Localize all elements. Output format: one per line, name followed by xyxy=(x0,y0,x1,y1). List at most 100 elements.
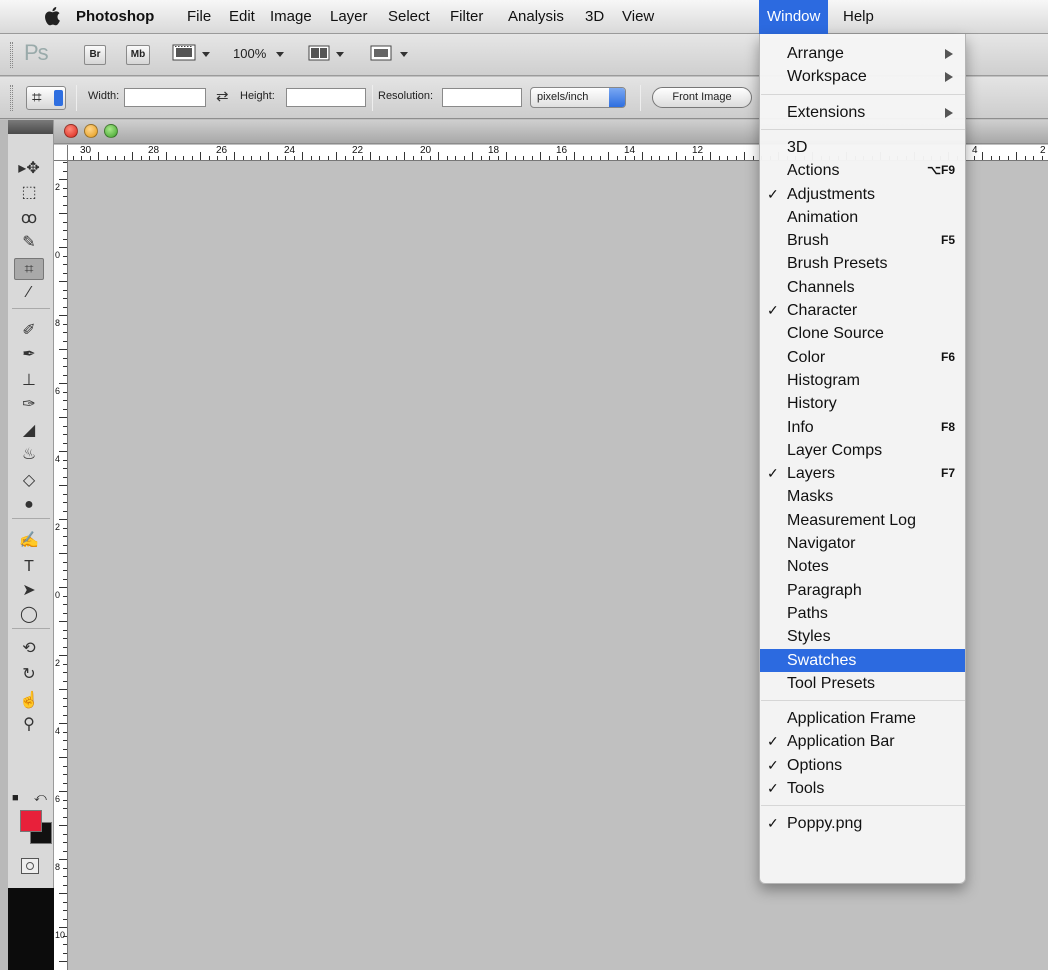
zoom-icon[interactable]: ⚲ xyxy=(14,714,44,736)
dodge-icon[interactable]: ● xyxy=(14,494,44,516)
ruler-label: 14 xyxy=(624,145,636,156)
menu-item-paragraph[interactable]: Paragraph xyxy=(760,579,965,602)
menu-item-navigator[interactable]: Navigator xyxy=(760,532,965,555)
height-field[interactable] xyxy=(286,88,366,107)
screen-mode-button[interactable] xyxy=(370,43,416,67)
type-icon[interactable]: T xyxy=(14,556,44,578)
pen-icon[interactable]: ✍ xyxy=(14,530,44,552)
menu-item-extensions[interactable]: Extensions xyxy=(760,101,965,124)
menu-item-layer-comps[interactable]: Layer Comps xyxy=(760,439,965,462)
menu-view[interactable]: View xyxy=(614,0,662,34)
menu-item-history[interactable]: History xyxy=(760,392,965,415)
menu-item-poppy-png[interactable]: ✓ Poppy.png xyxy=(760,812,965,835)
menu-item-label: Navigator xyxy=(787,535,856,552)
move-icon[interactable]: ▸✥ xyxy=(14,158,44,180)
menu-item-paths[interactable]: Paths xyxy=(760,602,965,625)
ruler-tick xyxy=(1025,156,1026,160)
menu-app-name[interactable]: Photoshop xyxy=(68,0,162,34)
tool-preset-picker[interactable]: ⌗ xyxy=(26,86,66,110)
vertical-ruler[interactable]: 2 0 8 6 4 2 0 2 4 6 8 10 xyxy=(54,145,68,970)
menu-file[interactable]: File xyxy=(179,0,219,34)
blur-icon[interactable]: ◇ xyxy=(14,470,44,492)
menu-item-styles[interactable]: Styles xyxy=(760,625,965,648)
ellipse-icon[interactable]: ◯ xyxy=(14,604,44,626)
menu-item-histogram[interactable]: Histogram xyxy=(760,369,965,392)
eyedropper-icon[interactable]: ⁄ xyxy=(14,282,44,304)
front-image-button[interactable]: Front Image xyxy=(652,87,752,108)
menu-item-measurement-log[interactable]: Measurement Log xyxy=(760,509,965,532)
ruler-origin[interactable] xyxy=(54,145,68,161)
apple-icon[interactable] xyxy=(44,5,62,27)
grip-handle[interactable] xyxy=(10,42,13,68)
menu-item-animation[interactable]: Animation xyxy=(760,206,965,229)
menu-item-brush[interactable]: Brush F5 xyxy=(760,229,965,252)
film-strip-icon xyxy=(172,44,196,61)
paint-bucket-icon[interactable]: ♨ xyxy=(14,444,44,466)
menu-item-arrange[interactable]: Arrange xyxy=(760,42,965,65)
ruler-tick xyxy=(608,152,609,160)
view-extras-button[interactable] xyxy=(172,43,216,67)
menu-layer[interactable]: Layer xyxy=(322,0,376,34)
path-selection-icon[interactable]: ➤ xyxy=(14,580,44,602)
width-field[interactable] xyxy=(124,88,206,107)
minimize-window-button[interactable] xyxy=(84,124,98,138)
hand-icon[interactable]: ☝ xyxy=(14,690,44,712)
healing-brush-icon[interactable]: ✐ xyxy=(14,320,44,342)
ruler-tick xyxy=(63,681,67,682)
menu-item-channels[interactable]: Channels xyxy=(760,276,965,299)
history-brush-icon[interactable]: ✑ xyxy=(14,394,44,416)
grip-handle[interactable] xyxy=(10,85,13,111)
menu-help[interactable]: Help xyxy=(835,0,882,34)
tools-panel-header[interactable] xyxy=(8,120,53,134)
arrange-documents-button[interactable] xyxy=(308,43,354,67)
menu-item-application-frame[interactable]: Application Frame xyxy=(760,707,965,730)
menu-item-application-bar[interactable]: ✓ Application Bar xyxy=(760,730,965,753)
lasso-icon[interactable]: ꝏ xyxy=(14,208,44,230)
menu-filter[interactable]: Filter xyxy=(442,0,491,34)
ruler-tick xyxy=(999,156,1000,160)
menu-3d[interactable]: 3D xyxy=(577,0,612,34)
menu-item-options[interactable]: ✓ Options xyxy=(760,754,965,777)
launch-mini-bridge-button[interactable]: Mb xyxy=(126,45,150,65)
menu-item-masks[interactable]: Masks xyxy=(760,485,965,508)
resolution-unit-select[interactable]: pixels/inch xyxy=(530,87,626,108)
menu-item-notes[interactable]: Notes xyxy=(760,555,965,578)
menu-select[interactable]: Select xyxy=(380,0,438,34)
menu-analysis[interactable]: Analysis xyxy=(500,0,572,34)
quick-selection-icon[interactable]: ✎ xyxy=(14,232,44,254)
menu-edit[interactable]: Edit xyxy=(221,0,263,34)
zoom-level-menu[interactable]: 100% xyxy=(233,46,284,61)
close-window-button[interactable] xyxy=(64,124,78,138)
menu-window[interactable]: Window xyxy=(759,0,829,34)
menu-image[interactable]: Image xyxy=(262,0,320,34)
brush-icon[interactable]: ✒ xyxy=(14,344,44,366)
swap-dimensions-icon[interactable]: ⇄ xyxy=(216,87,229,105)
menu-item-tool-presets[interactable]: Tool Presets xyxy=(760,672,965,695)
zoom-window-button[interactable] xyxy=(104,124,118,138)
menu-item-actions[interactable]: Actions ⌥F9 xyxy=(760,159,965,182)
default-colors-icon[interactable]: ■ xyxy=(12,792,19,804)
foreground-color-swatch[interactable] xyxy=(20,810,42,832)
menu-item-clone-source[interactable]: Clone Source xyxy=(760,322,965,345)
quick-mask-button[interactable] xyxy=(21,858,39,874)
crop-icon[interactable]: ⌗ xyxy=(14,258,44,280)
menu-item-swatches[interactable]: Swatches xyxy=(760,648,965,672)
menu-item-adjustments[interactable]: ✓ Adjustments xyxy=(760,183,965,206)
menu-item-tools[interactable]: ✓ Tools xyxy=(760,777,965,800)
clone-stamp-icon[interactable]: ⊥ xyxy=(14,370,44,392)
3d-rotate-icon[interactable]: ⟲ xyxy=(14,638,44,660)
swap-colors-icon[interactable]: ⤺ xyxy=(34,790,47,805)
marquee-icon[interactable]: ⬚ xyxy=(14,182,44,204)
launch-bridge-button[interactable]: Br xyxy=(84,45,106,65)
eraser-icon[interactable]: ◢ xyxy=(14,420,44,442)
resolution-field[interactable] xyxy=(442,88,522,107)
menu-item-character[interactable]: ✓ Character xyxy=(760,299,965,322)
menu-item-color[interactable]: Color F6 xyxy=(760,346,965,369)
menu-item-brush-presets[interactable]: Brush Presets xyxy=(760,252,965,275)
menu-item-info[interactable]: Info F8 xyxy=(760,416,965,439)
menu-item-workspace[interactable]: Workspace xyxy=(760,65,965,88)
3d-orbit-icon[interactable]: ↻ xyxy=(14,664,44,686)
menu-item-layers[interactable]: ✓ Layers F7 xyxy=(760,462,965,485)
menu-item-3d[interactable]: 3D xyxy=(760,136,965,159)
ruler-tick xyxy=(63,502,67,503)
